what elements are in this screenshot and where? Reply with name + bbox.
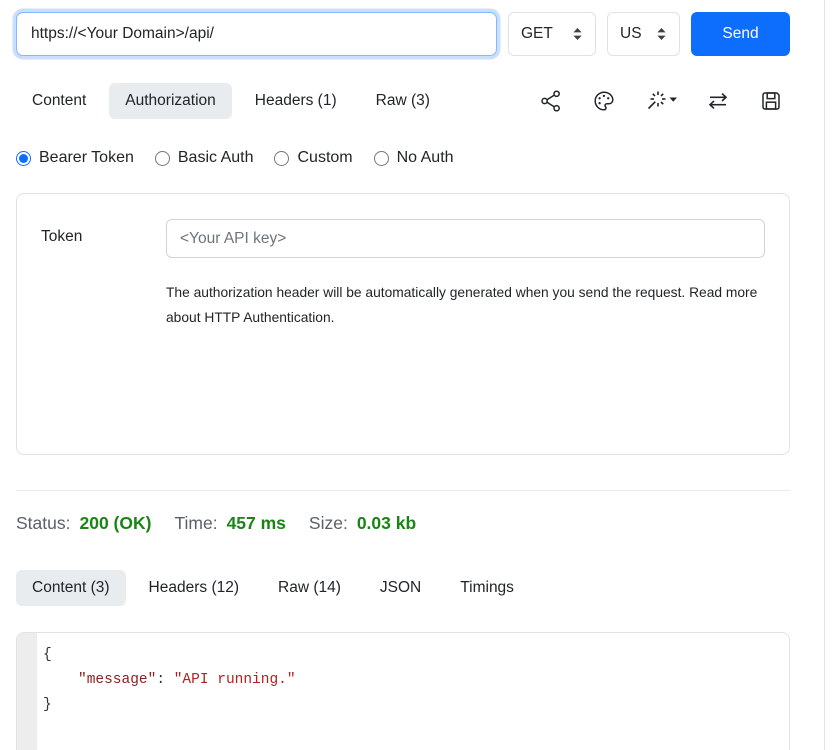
tab-response-headers[interactable]: Headers (12) (133, 570, 255, 606)
auth-option-no-auth[interactable]: No Auth (374, 149, 454, 167)
section-divider (16, 490, 790, 491)
status-label: Status: (16, 513, 70, 534)
token-label: Token (41, 219, 166, 429)
api-tester-page: GET US Send Content Authorization Header… (0, 0, 837, 750)
method-select[interactable]: GET (508, 12, 596, 56)
up-down-caret-icon (656, 27, 667, 41)
bearer-token-panel: Token The authorization header will be a… (16, 193, 790, 455)
magic-wand-icon[interactable] (645, 89, 677, 113)
time-label: Time: (174, 513, 217, 534)
toolbar-icons (539, 89, 790, 113)
swap-arrows-icon[interactable] (706, 89, 730, 113)
tab-response-raw[interactable]: Raw (14) (262, 570, 357, 606)
auth-option-label: Bearer Token (39, 149, 134, 167)
no-auth-radio[interactable] (374, 151, 389, 166)
json-open-brace: { (43, 647, 52, 663)
up-down-caret-icon (572, 27, 583, 41)
auth-option-bearer-token[interactable]: Bearer Token (16, 149, 134, 167)
request-bar: GET US Send (16, 12, 790, 56)
auth-option-label: No Auth (397, 149, 454, 167)
response-body-panel: { "message": "API running." } (16, 632, 790, 750)
palette-icon[interactable] (592, 89, 616, 113)
tab-headers[interactable]: Headers (1) (239, 83, 353, 119)
response-tabs: Content (3) Headers (12) Raw (14) JSON T… (16, 570, 790, 606)
method-select-value: GET (521, 25, 553, 43)
json-key: "message" (78, 672, 156, 688)
url-input[interactable] (16, 12, 497, 56)
auth-option-label: Basic Auth (178, 149, 254, 167)
token-input[interactable] (166, 219, 765, 258)
scrollbar-track-edge (824, 0, 825, 750)
share-icon[interactable] (539, 89, 563, 113)
tab-response-content[interactable]: Content (3) (16, 570, 126, 606)
auth-option-custom[interactable]: Custom (274, 149, 352, 167)
basic-auth-radio[interactable] (155, 151, 170, 166)
tab-raw[interactable]: Raw (3) (360, 83, 446, 119)
size-value: 0.03 kb (357, 513, 416, 534)
auth-option-label: Custom (297, 149, 352, 167)
tab-response-timings[interactable]: Timings (444, 570, 530, 606)
auth-option-basic-auth[interactable]: Basic Auth (155, 149, 254, 167)
region-select-value: US (620, 25, 642, 43)
request-tabs: Content Authorization Headers (1) Raw (3… (16, 83, 790, 119)
bearer-token-radio[interactable] (16, 151, 31, 166)
response-json-code: { "message": "API running." } (37, 633, 789, 750)
size-label: Size: (309, 513, 348, 534)
save-icon[interactable] (759, 89, 783, 113)
send-button[interactable]: Send (691, 12, 790, 56)
status-value: 200 (OK) (79, 513, 151, 534)
json-close-brace: } (43, 697, 52, 713)
auth-type-options: Bearer Token Basic Auth Custom No Auth (16, 149, 790, 167)
tab-content[interactable]: Content (16, 83, 102, 119)
tab-authorization[interactable]: Authorization (109, 83, 231, 119)
region-select[interactable]: US (607, 12, 680, 56)
token-help-text: The authorization header will be automat… (166, 280, 758, 330)
response-status-bar: Status: 200 (OK) Time: 457 ms Size: 0.03… (16, 513, 790, 534)
time-value: 457 ms (227, 513, 286, 534)
custom-radio[interactable] (274, 151, 289, 166)
tab-response-json[interactable]: JSON (364, 570, 437, 606)
json-value: "API running." (174, 672, 296, 688)
code-gutter (17, 633, 37, 750)
json-colon: : (156, 672, 173, 688)
